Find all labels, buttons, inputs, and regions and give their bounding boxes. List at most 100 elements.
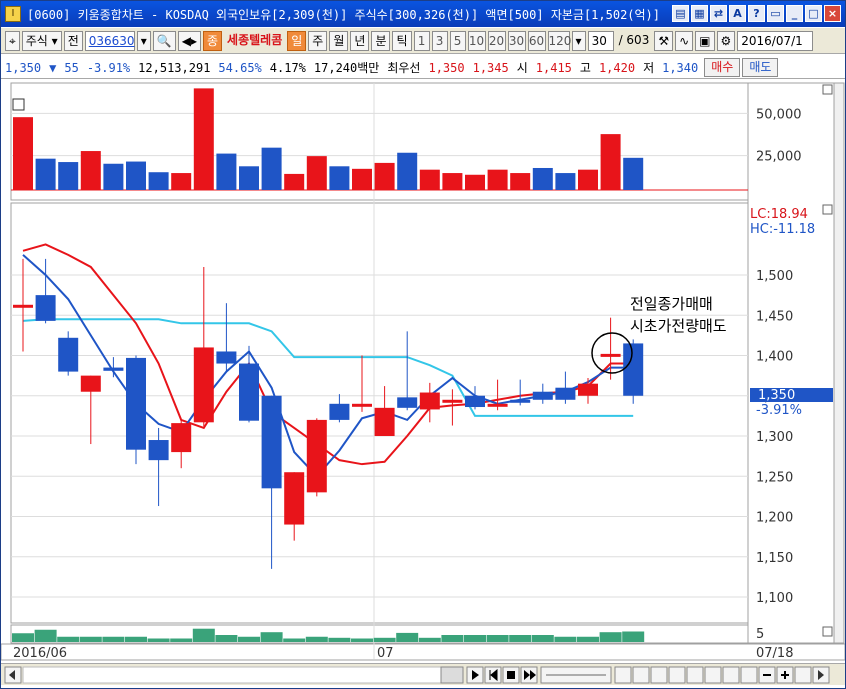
price-panel-close-icon[interactable] <box>822 204 833 215</box>
sub-indicator-bar <box>577 636 599 642</box>
minimize-icon[interactable]: _ <box>786 5 803 22</box>
window-split-icon[interactable]: ▦ <box>691 5 708 22</box>
ratio-2: 4.17% <box>269 60 306 75</box>
image-icon[interactable]: ▣ <box>695 30 715 51</box>
period-minute-button[interactable]: 분 <box>371 30 391 51</box>
vertical-scrollbar[interactable] <box>833 82 845 644</box>
sub-indicator-bar <box>170 638 193 642</box>
annotation-line-1: 전일종가매매 <box>630 295 713 313</box>
candle-body <box>148 440 169 461</box>
window-title: [0600] 키움종합차트 - KOSDAQ 외국인보유[2,309(천)] 주… <box>27 7 661 22</box>
chart-area[interactable]: 1,500 1,450 1,400 1,350 1,300 1,250 1,200 1,150… <box>1 81 845 661</box>
market-select[interactable]: 주식 ▾ <box>21 30 62 51</box>
candle-body <box>510 399 531 403</box>
chart-type-icon[interactable] <box>650 666 668 684</box>
date-label-start: 2016/06 <box>13 646 67 661</box>
font-icon[interactable]: A <box>729 5 746 22</box>
buy-button[interactable]: 매수 <box>704 58 741 77</box>
stock-code-input[interactable]: 036630 <box>84 30 135 51</box>
close-icon[interactable]: × <box>824 5 841 22</box>
sub-indicator-bar <box>464 635 486 642</box>
price-tick-label: 1,500 <box>756 269 793 284</box>
zoom-fit-icon[interactable] <box>722 666 740 684</box>
best-bid: 1,345 <box>472 60 509 75</box>
low-price: 1,340 <box>662 60 699 75</box>
volume-bar <box>532 167 553 190</box>
candle-body <box>239 363 259 421</box>
volume-bar <box>510 173 531 190</box>
current-price-marker-label: 1,350 <box>758 388 795 403</box>
interval-30-button[interactable]: 30 <box>507 30 526 51</box>
interval-20-button[interactable]: 20 <box>487 30 506 51</box>
interval-10-button[interactable]: 10 <box>467 30 486 51</box>
ratio-1: 54.65% <box>218 60 262 75</box>
sub-indicator-bar <box>12 633 34 642</box>
period-day-button[interactable]: 일 <box>287 30 307 51</box>
stock-type-badge: 종 <box>203 30 223 51</box>
title-bar[interactable]: Ⅰ [0600] 키움종합차트 - KOSDAQ 외국인보유[2,309(천)]… <box>1 1 845 27</box>
price-chart-svg[interactable]: 1,500 1,450 1,400 1,350 1,300 1,250 1,200 1,150… <box>1 81 845 661</box>
period-week-button[interactable]: 주 <box>308 30 328 51</box>
pin-toggle-icon[interactable]: ⌖ <box>5 30 20 51</box>
date-input[interactable]: 2016/07/1 <box>737 30 814 51</box>
help-icon[interactable]: ? <box>748 5 765 22</box>
volume-bar <box>58 162 79 190</box>
window-list-icon[interactable]: ▤ <box>672 5 689 22</box>
interval-5-button[interactable]: 5 <box>449 30 466 51</box>
bar-style-icon[interactable] <box>686 666 704 684</box>
candle-body <box>216 351 237 364</box>
stock-name: 세종텔레콤 <box>227 32 283 47</box>
interval-1-button[interactable]: 1 <box>413 30 430 51</box>
candle-body <box>13 304 33 308</box>
volume-tick-label: 25,000 <box>756 150 802 165</box>
period-month-button[interactable]: 월 <box>329 30 349 51</box>
candle-body <box>171 423 192 453</box>
volume-panel-close-icon[interactable] <box>822 84 833 95</box>
count-input[interactable]: 30 <box>587 30 614 51</box>
period-tick-button[interactable]: 틱 <box>392 30 412 51</box>
sub-indicator-bar <box>509 635 532 642</box>
volume-bar <box>329 166 350 190</box>
line-style-icon[interactable] <box>704 666 722 684</box>
sub-indicator-bar <box>147 638 170 642</box>
panel-grid-icon[interactable] <box>12 98 25 111</box>
code-dropdown-icon[interactable]: ▾ <box>136 30 151 51</box>
candle-style-icon[interactable] <box>668 666 686 684</box>
volume-value: 12,513,291 <box>138 60 211 75</box>
volume-bar <box>600 134 621 190</box>
candle-body <box>555 387 576 400</box>
interval-3-button[interactable]: 3 <box>431 30 448 51</box>
layout-icon[interactable] <box>614 666 632 684</box>
interval-120-button[interactable]: 120 <box>547 30 571 51</box>
interval-dropdown-icon[interactable]: ▾ <box>571 30 586 51</box>
chart-window: Ⅰ [0600] 키움종합차트 - KOSDAQ 외국인보유[2,309(천)]… <box>0 0 846 689</box>
sub-indicator-bar <box>102 636 125 642</box>
link-icon[interactable]: ⇄ <box>710 5 727 22</box>
period-year-button[interactable]: 년 <box>350 30 370 51</box>
price-change: 55 <box>64 60 79 75</box>
interval-60-button[interactable]: 60 <box>527 30 546 51</box>
volume-bar <box>487 169 508 190</box>
field-select[interactable]: 전 <box>63 30 83 51</box>
sell-button[interactable]: 매도 <box>742 58 779 77</box>
volume-bar <box>397 152 418 190</box>
cursor-icon[interactable] <box>794 666 812 684</box>
pin-icon[interactable]: ▭ <box>767 5 784 22</box>
sub-indicator-bar <box>373 637 396 642</box>
chart-tool-icon[interactable]: ⚒ <box>654 30 674 51</box>
indicator-icon[interactable]: ∿ <box>675 30 694 51</box>
sound-icon[interactable]: ◀▸ <box>177 30 201 51</box>
lc-label: LC:18.94 <box>750 207 808 222</box>
sub-panel-close-icon[interactable] <box>822 626 833 637</box>
zoom-reset-icon[interactable] <box>740 666 758 684</box>
search-icon[interactable]: 🔍 <box>152 30 176 51</box>
price-tick-label: 1,150 <box>756 551 793 566</box>
date-axis-frame <box>1 643 845 661</box>
volume-bar <box>306 156 327 190</box>
horizontal-scroll-track[interactable] <box>22 666 464 684</box>
split-view-icon[interactable] <box>632 666 650 684</box>
low-label: 저 <box>643 61 655 75</box>
horizontal-scroll-thumb[interactable] <box>440 666 464 684</box>
maximize-icon[interactable]: □ <box>805 5 822 22</box>
settings-gear-icon[interactable]: ⚙ <box>716 30 736 51</box>
